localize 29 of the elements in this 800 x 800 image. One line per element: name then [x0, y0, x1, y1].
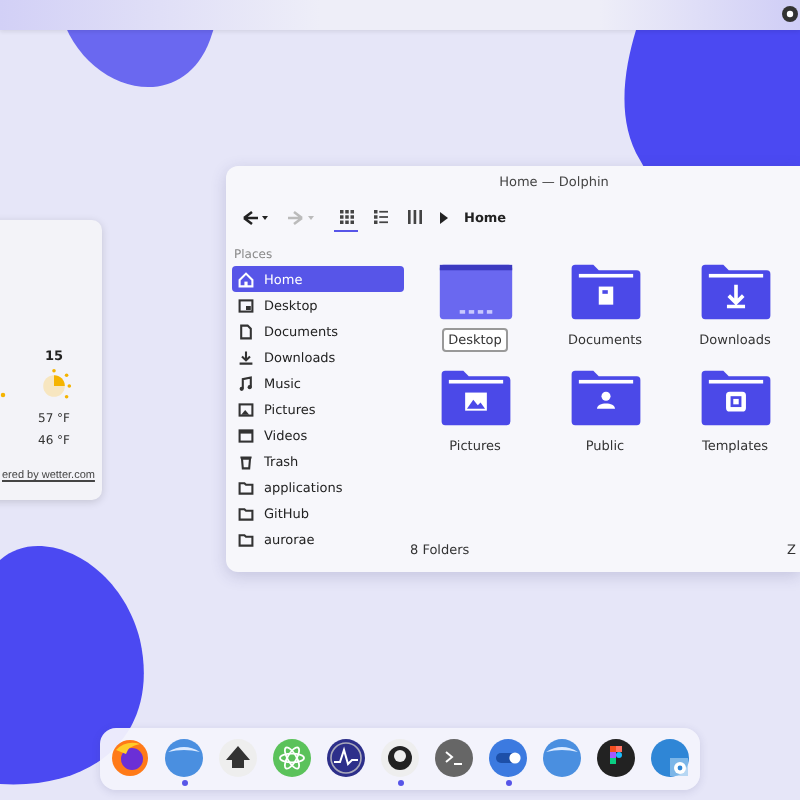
document-icon — [238, 323, 254, 339]
system-tray-icon[interactable] — [782, 6, 798, 22]
back-button[interactable] — [242, 210, 270, 226]
document-folder-icon[interactable] — [567, 262, 643, 322]
template-folder-icon[interactable] — [697, 368, 773, 428]
view-mode-tab[interactable] — [334, 204, 358, 232]
toggle-switch-icon[interactable] — [488, 737, 528, 777]
home-icon — [238, 271, 254, 287]
desktop-icon — [238, 297, 254, 313]
figma-icon[interactable] — [596, 737, 636, 777]
person-folder-icon[interactable] — [567, 368, 643, 428]
download-icon — [238, 349, 254, 365]
download-folder-icon[interactable] — [697, 262, 773, 322]
terminal-icon[interactable] — [434, 737, 474, 777]
video-icon — [238, 427, 254, 443]
sun-icon — [0, 392, 6, 398]
browser-icon[interactable] — [110, 737, 150, 777]
music-note-icon — [238, 375, 254, 391]
waveform-icon[interactable] — [326, 737, 366, 777]
desktop-folder-icon[interactable] — [437, 262, 513, 322]
caret-icon[interactable] — [440, 212, 448, 224]
sphere-icon[interactable] — [542, 737, 582, 777]
image-icon — [238, 401, 254, 417]
trash-icon — [238, 453, 254, 469]
list-icon[interactable] — [373, 210, 387, 224]
pictures-folder-icon[interactable] — [437, 368, 513, 428]
sphere-icon[interactable] — [164, 737, 204, 777]
columns-icon[interactable] — [407, 210, 421, 224]
grid-icon[interactable] — [339, 210, 353, 224]
